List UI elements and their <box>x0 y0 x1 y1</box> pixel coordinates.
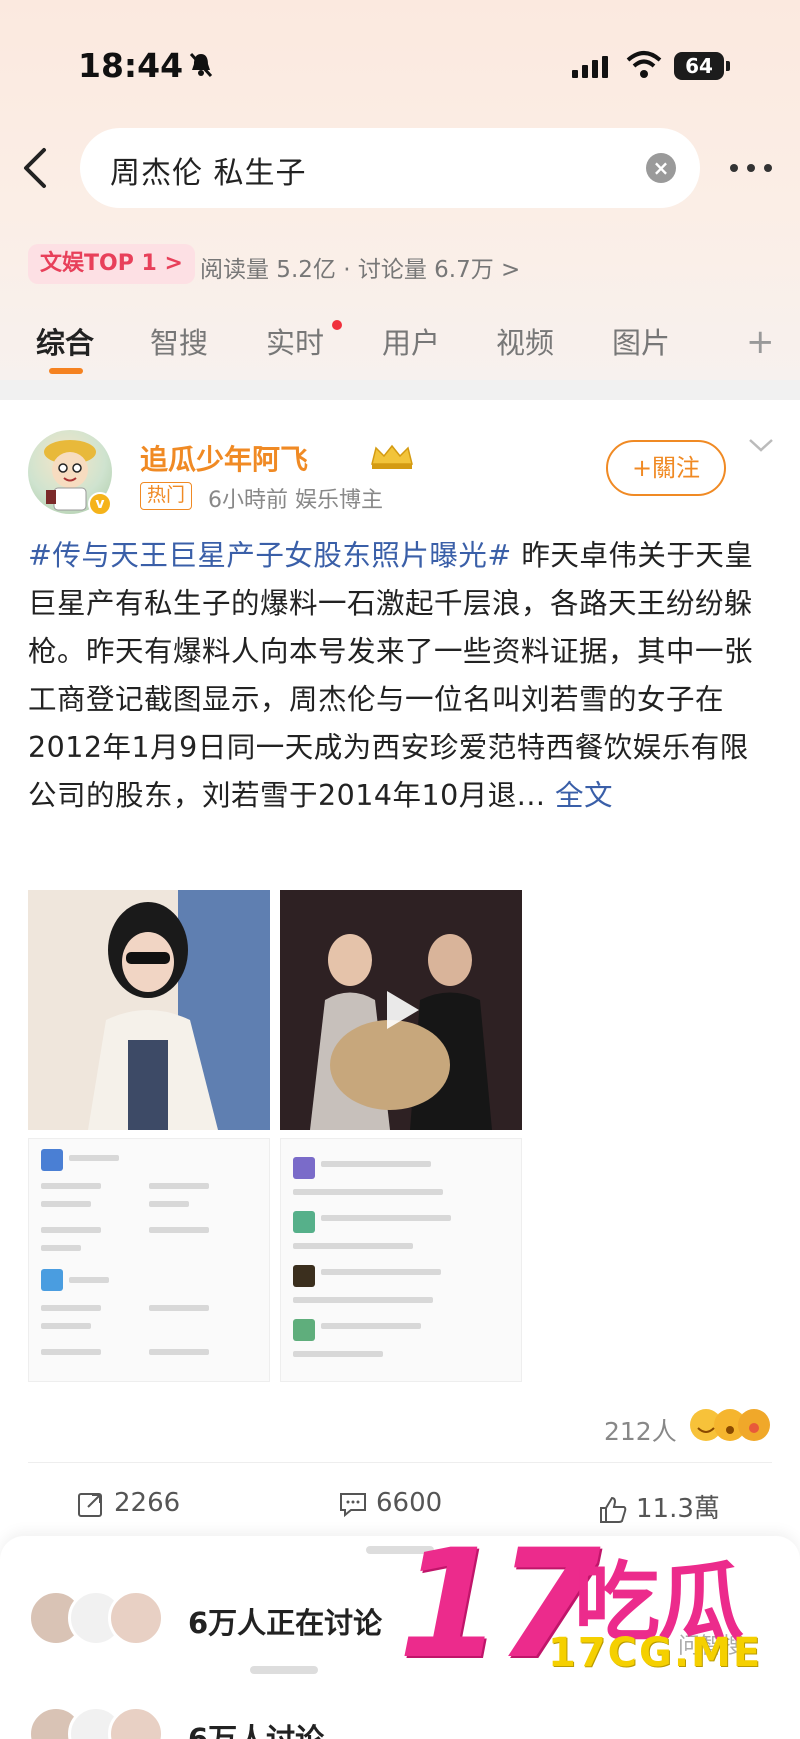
chevron-down-icon[interactable] <box>748 436 774 454</box>
tab-comprehensive[interactable]: 综合 <box>36 320 94 362</box>
hot-tag: 热门 <box>140 482 193 510</box>
post-hashtag[interactable]: #传与天王巨星产子女股东照片曝光# <box>28 539 512 572</box>
repost-button[interactable]: 2266 <box>76 1488 180 1519</box>
status-time: 18:44 <box>78 46 184 85</box>
post-divider <box>28 1462 772 1463</box>
tab-bar: 综合 智搜 实时 用户 视频 图片 + <box>0 310 800 380</box>
avatar <box>108 1590 164 1646</box>
photo-woman-image <box>28 890 270 1130</box>
tab-realtime[interactable]: 实时 <box>266 320 324 362</box>
company-logo-icon <box>293 1265 315 1287</box>
company-logo-icon <box>293 1157 315 1179</box>
thumbs-up-icon <box>600 1496 627 1523</box>
post-video-thumbnail[interactable] <box>280 890 522 1130</box>
avatar <box>108 1706 164 1739</box>
drag-handle <box>250 1666 318 1674</box>
search-query-text: 周杰伦 私生子 <box>110 156 307 191</box>
bell-muted-icon <box>189 52 213 78</box>
discussion-count[interactable]: 6万人正在讨论 <box>188 1600 382 1642</box>
reaction-count[interactable]: 212人 <box>604 1412 677 1448</box>
reaction-emoji-icon[interactable] <box>688 1406 774 1444</box>
username[interactable]: 追瓜少年阿飞 <box>140 438 308 478</box>
company-logo-icon <box>293 1319 315 1341</box>
participant-avatars <box>28 1590 168 1646</box>
verified-badge-icon: v <box>88 492 112 516</box>
post-body-text: 昨天卓伟关于天皇巨星产有私生子的爆料一石激起千层浪，各路天王纷纷躲枪。昨天有爆料… <box>28 539 754 812</box>
post-image-4[interactable] <box>280 1138 522 1382</box>
battery-indicator: 64 <box>674 52 724 80</box>
tab-smart-search[interactable]: 智搜 <box>150 320 208 362</box>
like-button[interactable]: 11.3萬 <box>598 1488 720 1525</box>
clear-icon[interactable]: × <box>646 153 676 183</box>
vip-crown-icon <box>371 444 413 469</box>
post-image-1[interactable] <box>28 890 270 1130</box>
tab-images[interactable]: 图片 <box>612 320 670 362</box>
status-bar: 18:44 64 <box>0 40 800 92</box>
comment-count: 6600 <box>376 1488 443 1518</box>
tab-videos[interactable]: 视频 <box>496 320 554 362</box>
section-divider <box>0 380 800 400</box>
participant-avatars <box>28 1706 168 1739</box>
repost-icon <box>78 1492 102 1517</box>
comment-icon <box>340 1492 366 1517</box>
post-image-3[interactable] <box>28 1138 270 1382</box>
follow-button[interactable]: +關注 <box>606 440 726 496</box>
post-card[interactable]: v 追瓜少年阿飞 热门 6小時前 娱乐博主 +關注 #传与天王巨星产子女股东照片… <box>0 400 800 1530</box>
back-arrow-icon[interactable] <box>18 146 54 190</box>
watermark-domain: 17CG.ME <box>548 1630 763 1676</box>
repost-count: 2266 <box>114 1488 181 1518</box>
post-body: #传与天王巨星产子女股东照片曝光# 昨天卓伟关于天皇巨星产有私生子的爆料一石激起… <box>28 532 774 820</box>
signal-icon <box>572 56 608 78</box>
company-logo-icon <box>41 1269 63 1291</box>
post-meta: 6小時前 娱乐博主 <box>208 488 383 513</box>
fulltext-link[interactable]: 全文 <box>555 779 613 812</box>
battery-nub <box>726 61 730 71</box>
active-tab-indicator <box>49 368 83 374</box>
realtime-notification-dot <box>332 320 342 330</box>
company-logo-icon <box>41 1149 63 1171</box>
rank-badge[interactable]: 文娱TOP 1 > <box>28 244 195 284</box>
more-icon[interactable] <box>726 150 776 186</box>
add-tab-icon[interactable]: + <box>746 322 775 362</box>
play-icon[interactable] <box>375 985 425 1035</box>
company-logo-icon <box>293 1211 315 1233</box>
wifi-icon <box>626 51 662 78</box>
search-input[interactable]: 周杰伦 私生子 × <box>80 128 700 208</box>
discussion-count-secondary: 6万人讨论 <box>188 1722 325 1739</box>
comment-button[interactable]: 6600 <box>338 1488 442 1519</box>
like-count: 11.3萬 <box>636 1494 720 1524</box>
tab-users[interactable]: 用户 <box>382 320 440 362</box>
topic-stats[interactable]: 阅读量 5.2亿 · 讨论量 6.7万 > <box>200 250 520 284</box>
